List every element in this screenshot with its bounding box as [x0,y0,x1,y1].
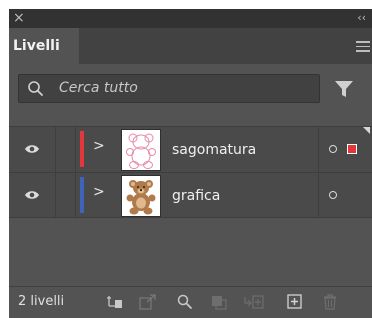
expand-chevron-icon[interactable]: > [93,184,105,200]
column-divider [75,127,76,172]
new-layer-icon[interactable] [287,294,303,310]
search-icon [28,81,43,96]
panel-footer: 2 livelli [9,286,372,318]
make-clipping-mask-icon[interactable] [210,294,228,310]
visibility-eye-icon[interactable] [24,189,40,201]
target-circle-icon[interactable] [329,145,337,153]
expand-chevron-icon[interactable]: > [93,138,105,154]
search-field[interactable]: Cerca tutto [18,74,320,103]
layer-color-bar [80,177,84,213]
locate-object-icon[interactable] [176,294,194,310]
collect-for-export-icon[interactable] [107,294,125,310]
layers-list: > sagomatura > grafica [9,126,372,218]
column-divider [318,173,319,217]
layer-thumbnail [121,129,161,171]
visibility-eye-icon[interactable] [24,143,40,155]
collapse-panel-icon[interactable]: ‹‹ [357,9,366,26]
teddy-bear-outline-icon [126,133,156,169]
current-layer-indicator-icon [363,127,370,134]
search-input[interactable]: Cerca tutto [59,75,138,102]
column-divider [55,173,56,217]
column-divider [75,173,76,217]
layer-count: 2 livelli [18,294,65,309]
panel-title-bar: × ‹‹ [9,9,372,28]
column-divider [318,127,319,172]
new-sublayer-icon[interactable] [244,294,264,310]
selection-indicator[interactable] [347,144,357,154]
export-icon[interactable] [139,294,157,310]
target-circle-icon[interactable] [329,191,337,199]
delete-icon[interactable] [322,294,338,310]
layer-thumbnail [121,175,161,217]
layer-row[interactable]: > grafica [9,172,372,218]
hamburger-menu-icon[interactable] [356,41,370,52]
layer-row[interactable]: > sagomatura [9,126,372,172]
column-divider [55,127,56,172]
close-icon[interactable]: × [13,9,25,28]
teddy-bear-icon [126,180,156,215]
filter-icon[interactable] [334,80,354,98]
layer-name[interactable]: sagomatura [172,127,256,173]
layer-color-bar [80,131,84,167]
tab-bar: Livelli [9,28,372,64]
tab-layers[interactable]: Livelli [9,28,79,64]
layer-name[interactable]: grafica [172,173,220,219]
